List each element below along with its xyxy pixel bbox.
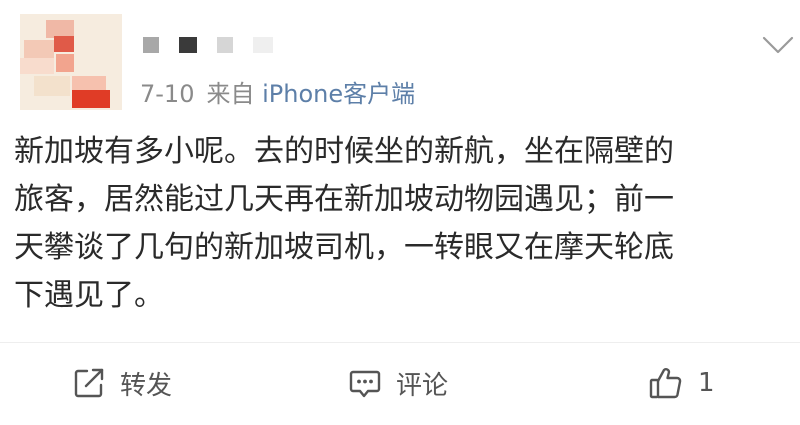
username-redacted[interactable]	[143, 37, 283, 53]
like-button[interactable]: 1	[648, 362, 715, 404]
thumbs-up-icon	[649, 368, 682, 399]
comment-button[interactable]: 评论	[348, 362, 448, 404]
chevron-down-icon[interactable]	[762, 34, 794, 56]
post-content: 新加坡有多小呢。去的时候坐的新航，坐在隔壁的 旅客，居然能过几天再在新加坡动物园…	[14, 134, 674, 313]
avatar-pixel	[20, 58, 54, 74]
avatar-pixel	[24, 40, 54, 58]
comment-icon	[349, 370, 381, 398]
post-meta: 7-10 来自 iPhone客户端	[140, 78, 415, 110]
comment-label: 评论	[396, 370, 449, 401]
redacted-block	[217, 37, 233, 53]
repost-label: 转发	[120, 370, 173, 401]
post-date: 7-10	[140, 80, 195, 108]
avatar[interactable]	[20, 14, 122, 110]
redacted-block	[253, 37, 273, 53]
repost-button[interactable]: 转发	[72, 362, 172, 404]
redacted-block	[179, 37, 197, 53]
avatar-pixel	[72, 76, 106, 90]
repost-icon	[74, 368, 104, 398]
avatar-pixel	[54, 36, 74, 52]
divider	[0, 342, 800, 343]
post-source-client[interactable]: iPhone客户端	[262, 80, 415, 108]
avatar-pixel	[72, 90, 110, 108]
avatar-pixel	[56, 54, 74, 72]
redacted-block	[143, 37, 159, 53]
like-count: 1	[698, 368, 715, 398]
avatar-pixel	[34, 76, 70, 96]
post-source-prefix: 来自	[206, 80, 255, 108]
